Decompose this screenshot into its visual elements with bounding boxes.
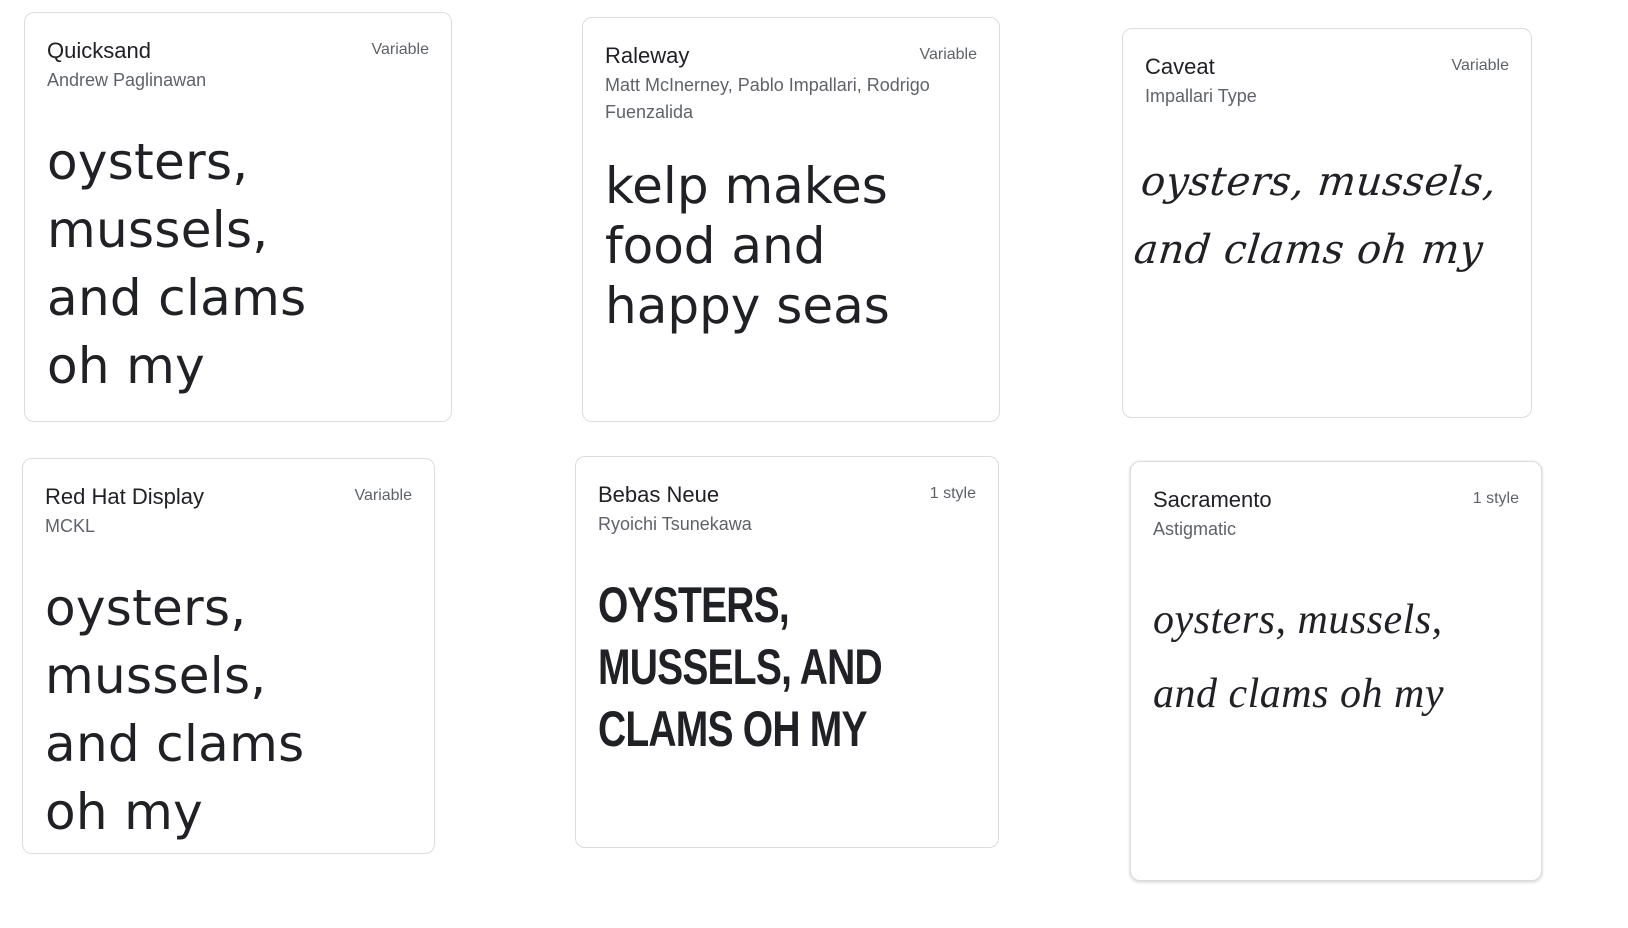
font-designer: MCKL (45, 516, 96, 536)
style-count-badge: Variable (371, 41, 429, 58)
card-header: Quicksand Andrew Paglinawan Variable (47, 37, 429, 94)
font-designer: Ryoichi Tsunekawa (598, 514, 752, 534)
font-sample-text: oysters, mussels, and clams oh my (47, 133, 307, 395)
style-count-badge: Variable (1451, 57, 1509, 74)
font-card-sacramento[interactable]: Sacramento Astigmatic 1 style oysters, m… (1130, 461, 1542, 881)
font-card-quicksand[interactable]: Quicksand Andrew Paglinawan Variable oys… (24, 12, 452, 422)
card-header: Raleway Matt McInerney, Pablo Impallari,… (605, 42, 977, 126)
font-name[interactable]: Bebas Neue (598, 481, 976, 509)
font-card-bebas-neue[interactable]: Bebas Neue Ryoichi Tsunekawa 1 style OYS… (575, 456, 999, 848)
style-count-badge: Variable (919, 46, 977, 63)
style-count-badge: Variable (354, 487, 412, 504)
font-sample-text: oysters, mussels, and clams oh my (45, 579, 305, 841)
font-sample-text: oysters, mussels, and clams oh my (1153, 597, 1444, 717)
font-designer: Astigmatic (1153, 519, 1237, 539)
font-card-raleway[interactable]: Raleway Matt McInerney, Pablo Impallari,… (582, 17, 1000, 422)
font-card-caveat[interactable]: Caveat Impallari Type Variable oysters, … (1122, 28, 1532, 418)
font-card-red-hat-display[interactable]: Red Hat Display MCKL Variable oysters, m… (22, 458, 435, 854)
font-name[interactable]: Sacramento (1153, 486, 1519, 514)
font-sample-text: kelp makes food and happy seas (605, 157, 890, 335)
font-designer: Andrew Paglinawan (47, 70, 207, 90)
style-count-badge: 1 style (1472, 490, 1519, 507)
style-count-badge: 1 style (929, 485, 976, 502)
card-header: Red Hat Display MCKL Variable (45, 483, 412, 540)
font-sample-text: OYSTERS, MUSSELS, AND CLAMS OH MY (598, 577, 883, 757)
font-sample-text: oysters, mussels, and clams oh my (1131, 159, 1499, 273)
card-header: Bebas Neue Ryoichi Tsunekawa 1 style (598, 481, 976, 538)
card-header: Sacramento Astigmatic 1 style (1153, 486, 1519, 543)
font-designer: Matt McInerney, Pablo Impallari, Rodrigo… (605, 75, 930, 122)
font-designer: Impallari Type (1145, 86, 1257, 106)
card-header: Caveat Impallari Type Variable (1145, 53, 1509, 110)
